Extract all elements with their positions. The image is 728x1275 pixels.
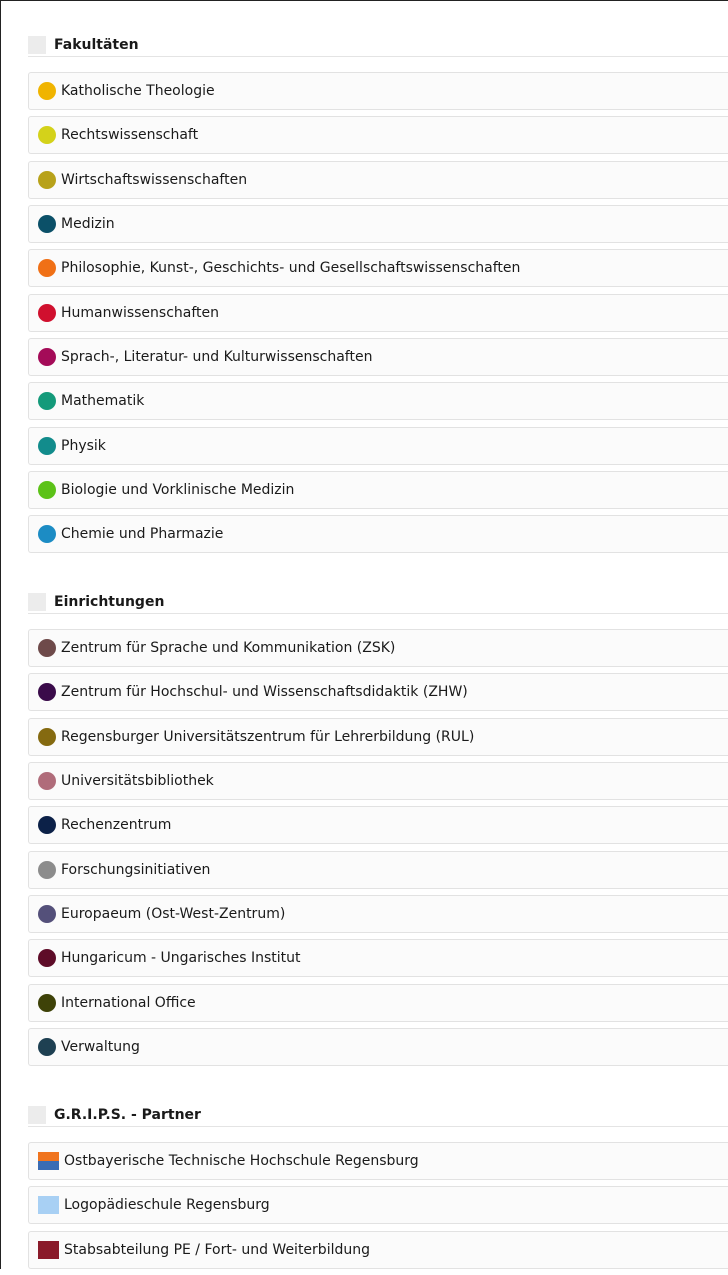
list-item[interactable]: Physik (28, 426, 728, 465)
list-item[interactable]: Ostbayerische Technische Hochschule Rege… (28, 1142, 728, 1180)
institution-dot-icon (38, 993, 56, 1012)
section-faculties: Fakultäten Katholische Theologie Rechtsw… (28, 34, 728, 560)
item-label: Rechenzentrum (61, 817, 172, 834)
section-square-icon (28, 36, 46, 54)
list-item[interactable]: Forschungsinitiativen (28, 850, 728, 889)
list-item[interactable]: International Office (28, 983, 728, 1022)
item-list: Zentrum für Sprache und Kommunikation (Z… (28, 629, 728, 1067)
item-label: Universitätsbibliothek (61, 773, 214, 790)
list-item[interactable]: Europaeum (Ost-West-Zentrum) (28, 895, 728, 934)
item-label: Hungaricum - Ungarisches Institut (61, 950, 301, 967)
oth-logo-icon (38, 1152, 59, 1170)
list-item[interactable]: Rechenzentrum (28, 806, 728, 845)
section-title: Fakultäten (54, 37, 139, 53)
list-item[interactable]: Sprach-, Literatur- und Kulturwissenscha… (28, 338, 728, 377)
list-item[interactable]: Philosophie, Kunst-, Geschichts- und Ges… (28, 249, 728, 288)
item-label: Forschungsinitiativen (61, 861, 211, 878)
faculty-dot-icon (38, 170, 56, 189)
item-label: Stabsabteilung PE / Fort- und Weiterbild… (64, 1241, 370, 1258)
item-label: Rechtswissenschaft (61, 127, 199, 144)
faculty-dot-icon (38, 215, 56, 234)
section-title: G.R.I.P.S. - Partner (54, 1107, 201, 1123)
list-item[interactable]: Chemie und Pharmazie (28, 515, 728, 554)
section-header: Einrichtungen (28, 591, 728, 614)
section-square-icon (28, 1106, 46, 1124)
section-header: G.R.I.P.S. - Partner (28, 1104, 728, 1127)
institution-dot-icon (38, 772, 56, 791)
institution-dot-icon (38, 727, 56, 746)
list-item[interactable]: Regensburger Universitätszentrum für Leh… (28, 717, 728, 756)
item-label: Medizin (61, 216, 115, 233)
item-list: Katholische Theologie Rechtswissenschaft… (28, 72, 728, 554)
item-label: Katholische Theologie (61, 83, 215, 99)
faculty-dot-icon (38, 303, 56, 322)
list-item[interactable]: Zentrum für Hochschul- und Wissenschafts… (28, 673, 728, 712)
item-label: Verwaltung (61, 1039, 140, 1056)
list-item[interactable]: Wirtschaftswissenschaften (28, 160, 728, 199)
institution-dot-icon (38, 683, 56, 702)
item-label: International Office (61, 994, 196, 1011)
faculty-dot-icon (38, 392, 56, 411)
item-label: Regensburger Universitätszentrum für Leh… (61, 728, 475, 745)
section-grips-partner: G.R.I.P.S. - Partner Ostbayerische Techn… (28, 1104, 728, 1275)
item-label: Sprach-, Literatur- und Kulturwissenscha… (61, 349, 373, 366)
partner-square-icon (38, 1196, 59, 1215)
institution-dot-icon (38, 860, 56, 879)
item-label: Physik (61, 437, 106, 454)
faculty-dot-icon (38, 82, 56, 100)
item-label: Biologie und Vorklinische Medizin (61, 482, 295, 499)
faculty-dot-icon (38, 348, 56, 367)
item-label: Mathematik (61, 393, 145, 410)
list-item[interactable]: Zentrum für Sprache und Kommunikation (Z… (28, 629, 728, 667)
item-list: Ostbayerische Technische Hochschule Rege… (28, 1142, 728, 1269)
list-item[interactable]: Rechtswissenschaft (28, 116, 728, 155)
item-label: Wirtschaftswissenschaften (61, 171, 248, 188)
partner-square-icon (38, 1240, 59, 1259)
item-label: Logopädieschule Regensburg (64, 1197, 270, 1214)
institution-dot-icon (38, 949, 56, 968)
institution-dot-icon (38, 1038, 56, 1057)
item-label: Humanwissenschaften (61, 304, 220, 321)
section-square-icon (28, 593, 46, 611)
item-label: Zentrum für Hochschul- und Wissenschafts… (61, 684, 468, 701)
item-label: Ostbayerische Technische Hochschule Rege… (64, 1153, 419, 1169)
item-label: Zentrum für Sprache und Kommunikation (Z… (61, 640, 396, 656)
list-item[interactable]: Medizin (28, 205, 728, 244)
list-item[interactable]: Hungaricum - Ungarisches Institut (28, 939, 728, 978)
faculty-dot-icon (38, 481, 56, 500)
institution-dot-icon (38, 639, 56, 657)
item-label: Europaeum (Ost-West-Zentrum) (61, 906, 286, 923)
list-item[interactable]: Verwaltung (28, 1028, 728, 1067)
institution-dot-icon (38, 905, 56, 924)
institution-dot-icon (38, 816, 56, 835)
faculty-dot-icon (38, 259, 56, 278)
list-item[interactable]: Stabsabteilung PE / Fort- und Weiterbild… (28, 1230, 728, 1269)
legend-panel: Fakultäten Katholische Theologie Rechtsw… (0, 0, 728, 1269)
list-item[interactable]: Mathematik (28, 382, 728, 421)
list-item[interactable]: Humanwissenschaften (28, 293, 728, 332)
section-header: Fakultäten (28, 34, 728, 57)
item-label: Chemie und Pharmazie (61, 526, 224, 543)
section-title: Einrichtungen (54, 594, 165, 610)
faculty-dot-icon (38, 126, 56, 145)
faculty-dot-icon (38, 525, 56, 544)
list-item[interactable]: Logopädieschule Regensburg (28, 1186, 728, 1225)
faculty-dot-icon (38, 436, 56, 455)
item-label: Philosophie, Kunst-, Geschichts- und Ges… (61, 260, 521, 277)
list-item[interactable]: Universitätsbibliothek (28, 762, 728, 801)
section-institutions: Einrichtungen Zentrum für Sprache und Ko… (28, 591, 728, 1072)
list-item[interactable]: Katholische Theologie (28, 72, 728, 110)
list-item[interactable]: Biologie und Vorklinische Medizin (28, 471, 728, 510)
